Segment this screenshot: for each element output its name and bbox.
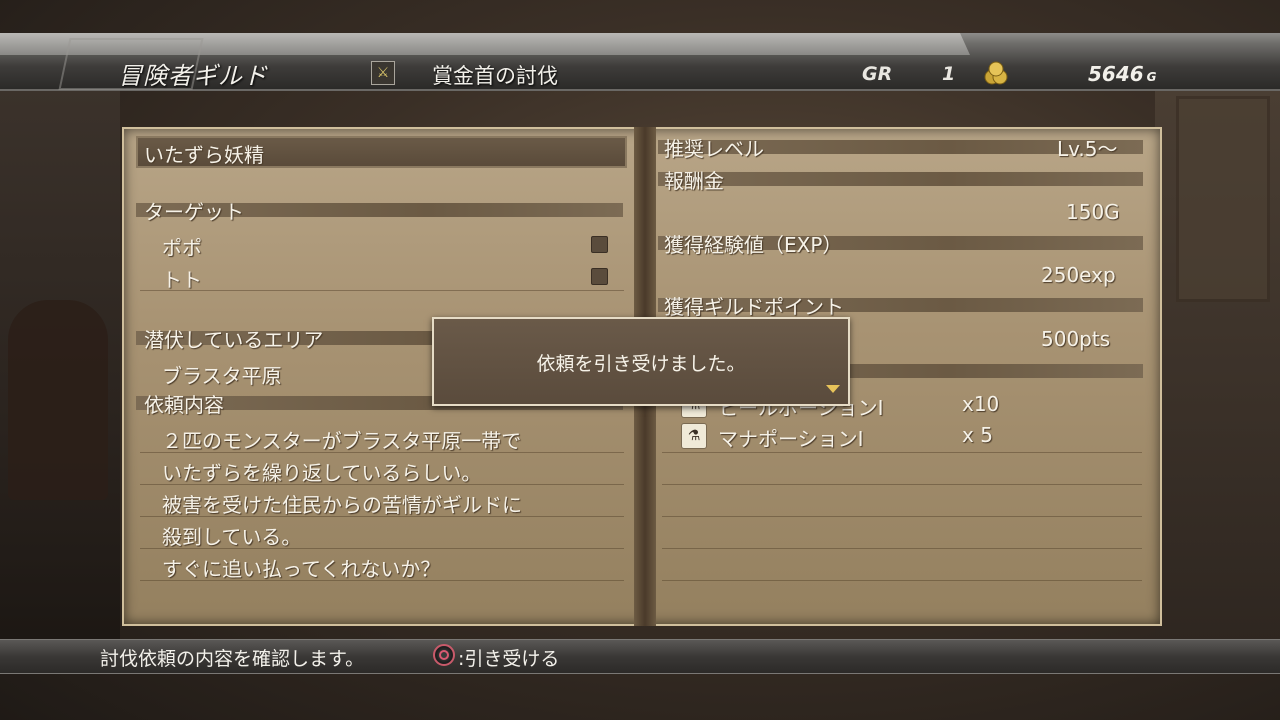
guild-title: 冒険者ギルド: [118, 62, 268, 90]
reward-value: 150G: [1066, 200, 1120, 224]
rule-line: [140, 290, 624, 291]
exp-heading: 獲得経験値（EXP）: [664, 233, 843, 257]
target-checkbox: [591, 236, 608, 253]
points-value: 500pts: [1041, 327, 1111, 351]
quest-type-label: 賞金首の討伐: [432, 64, 558, 88]
item-name: マナポーションⅠ: [718, 427, 864, 451]
section-bar: [658, 172, 1143, 186]
money-display: 5646 G: [1088, 62, 1157, 86]
details-line: 殺到している。: [162, 525, 302, 549]
rule-line: [662, 516, 1142, 517]
confirmation-dialog[interactable]: 依頼を引き受けました。: [432, 317, 850, 406]
coin-icon: [984, 61, 1008, 85]
points-heading: 獲得ギルドポイント: [664, 295, 844, 319]
money-value: 5646: [1088, 62, 1144, 86]
guild-rank-label: GR: [862, 63, 893, 85]
quest-name: いたずら妖精: [144, 143, 264, 167]
rule-line: [662, 548, 1142, 549]
flask-icon: ⚗: [681, 423, 707, 449]
background-chair: [8, 300, 108, 500]
background-picture-frame: [1176, 96, 1270, 302]
level-value: Lv.5～: [1057, 137, 1118, 161]
accept-label[interactable]: :引き受ける: [458, 644, 559, 671]
rule-line: [662, 580, 1142, 581]
details-line: ２匹のモンスターがブラスタ平原一帯で: [162, 429, 522, 453]
rule-line: [662, 452, 1142, 453]
details-line: すぐに追い払ってくれないか？: [162, 557, 441, 581]
details-line: 被害を受けた住民からの苦情がギルドに: [162, 493, 522, 517]
target-item: トト: [162, 268, 202, 292]
area-name: ブラスタ平原: [162, 364, 282, 388]
circle-button-icon[interactable]: [433, 644, 455, 666]
money-unit: G: [1146, 70, 1157, 84]
quest-type-icon: ⚔: [371, 61, 395, 85]
target-item: ポポ: [162, 236, 202, 260]
footer-hint: 討伐依頼の内容を確認します。: [100, 648, 365, 670]
reward-heading: 報酬金: [664, 169, 724, 193]
exp-value: 250exp: [1041, 263, 1116, 287]
dialog-message: 依頼を引き受けました。: [536, 353, 746, 375]
area-heading: 潜伏しているエリア: [144, 328, 324, 352]
details-heading: 依頼内容: [144, 393, 224, 417]
target-checkbox: [591, 268, 608, 285]
advance-arrow-icon: [826, 385, 840, 393]
level-heading: 推奨レベル: [664, 137, 764, 161]
item-qty: x 5: [962, 423, 993, 447]
rule-line: [662, 484, 1142, 485]
item-qty: x10: [962, 392, 1000, 416]
guild-rank-value: 1: [942, 63, 956, 85]
details-line: いたずらを繰り返しているらしい。: [162, 461, 482, 485]
target-heading: ターゲット: [144, 200, 244, 224]
